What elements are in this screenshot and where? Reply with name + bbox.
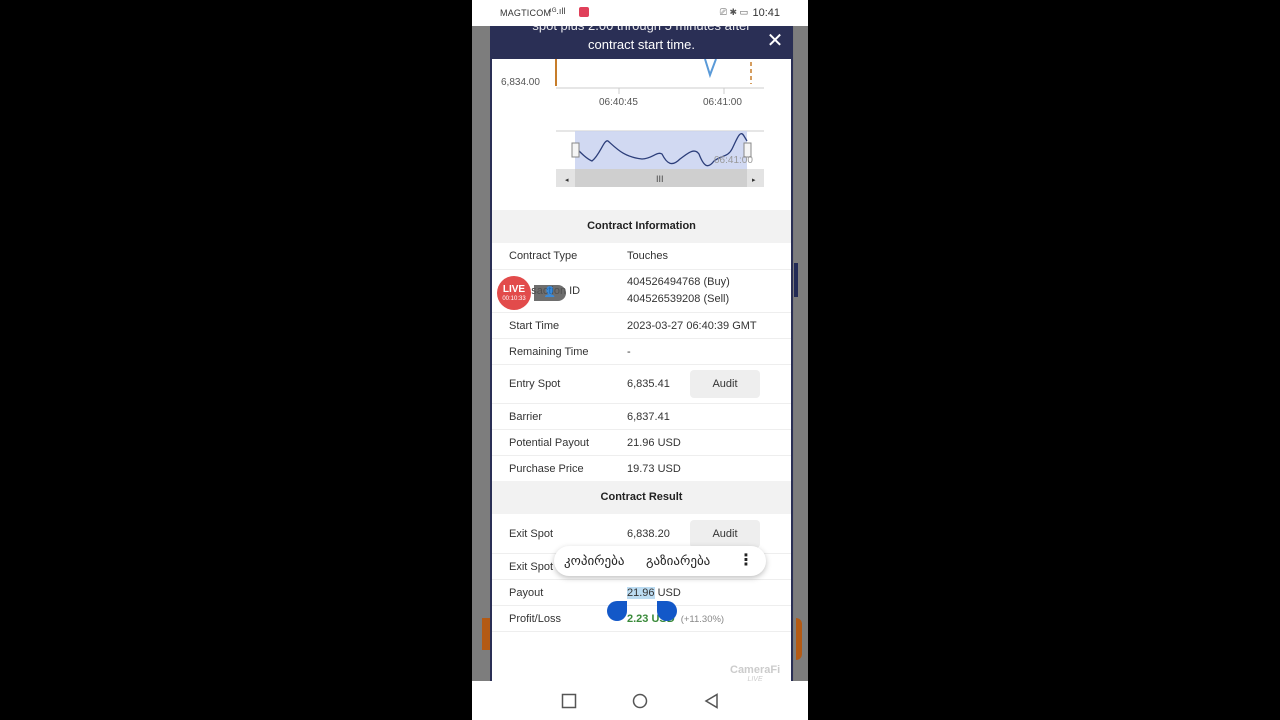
row-value: 21.96 USD: [627, 437, 681, 449]
scrollbar-thumb[interactable]: [794, 263, 798, 297]
live-timer: 00:10:33: [502, 296, 526, 302]
row-label: Barrier: [509, 411, 543, 423]
back-button[interactable]: [704, 693, 720, 709]
exit-spot-audit-button[interactable]: Audit: [690, 520, 760, 548]
background-button-left: [482, 618, 490, 650]
live-recording-badge[interactable]: LIVE 00:10:33: [497, 276, 531, 310]
live-label: LIVE: [502, 284, 526, 295]
row-label: Start Time: [509, 320, 560, 332]
share-menu-item[interactable]: გაზიარება: [646, 553, 710, 569]
background-page-right: [794, 26, 808, 681]
row-value: 21.96 USD: [627, 587, 681, 599]
y-axis-label: 6,834.00: [501, 77, 540, 88]
text-selection-context-menu: კოპირება გაზიარება ⋮: [554, 546, 766, 576]
navigator-time-label: 06:41:00: [714, 155, 753, 166]
row-value: 6,835.41: [627, 378, 670, 390]
recents-button[interactable]: [561, 693, 577, 709]
row-label: Purchase Price: [509, 463, 584, 475]
row-label: Contract Type: [509, 250, 578, 262]
entry-spot-row: Entry Spot 6,835.41 Audit: [492, 365, 791, 404]
row-label: Payout: [509, 587, 544, 599]
price-chart: ◂ ▸ III 6,834.00 06:40:45 06:41:00 06:41…: [492, 59, 791, 209]
remaining-time-row: Remaining Time -: [492, 339, 791, 365]
selection-handle-end[interactable]: [657, 601, 677, 621]
carrier-name: MAGTICOM: [500, 8, 552, 18]
modal-header: spot plus 2.00 through 5 minutes after c…: [492, 18, 791, 59]
row-label: Exit Spot: [509, 528, 554, 540]
row-label: Entry Spot: [509, 378, 561, 390]
start-time-row: Start Time 2023-03-27 06:40:39 GMT: [492, 313, 791, 339]
row-label: Remaining Time: [509, 346, 589, 358]
viewer-icon[interactable]: 👤: [534, 285, 566, 301]
row-value: 19.73 USD: [627, 463, 681, 475]
background-button-right: [796, 618, 802, 660]
scrollbar-grip-icon: III: [656, 174, 664, 184]
entry-spot-audit-button[interactable]: Audit: [690, 370, 760, 398]
row-label: Potential Payout: [509, 437, 590, 449]
background-page-left: [472, 26, 490, 681]
x-tick-label: 06:41:00: [703, 97, 742, 108]
purchase-price-row: Purchase Price 19.73 USD: [492, 456, 791, 481]
contract-type-row: Contract Type Touches: [492, 243, 791, 270]
selected-text[interactable]: 21.96: [627, 587, 655, 599]
transaction-id-sell: 404526539208 (Sell): [627, 293, 730, 305]
contract-details-modal: spot plus 2.00 through 5 minutes after c…: [490, 18, 793, 681]
row-value: Touches: [627, 250, 668, 262]
contract-information-title: Contract Information: [492, 210, 791, 243]
home-button[interactable]: [632, 693, 648, 709]
barrier-row: Barrier 6,837.41: [492, 404, 791, 430]
row-value: 2023-03-27 06:40:39 GMT: [627, 320, 757, 332]
cast-bluetooth-battery-icons: ⎚ ✱ ▭: [719, 7, 748, 17]
row-value: 6,837.41: [627, 411, 670, 423]
price-line: [704, 59, 717, 79]
modal-description-line1: spot plus 2.00 through 5 minutes after: [532, 18, 751, 33]
transaction-id-buy: 404526494768 (Buy): [627, 276, 730, 288]
row-label: Profit/Loss: [509, 613, 561, 625]
phone-screen: MAGTICOM ⁴ᴳ.ıll ⎚ ✱ ▭ 10:41 spot plus 2.…: [472, 0, 808, 720]
selection-handle-start[interactable]: [607, 601, 627, 621]
scroll-left-arrow-icon[interactable]: ◂: [565, 177, 569, 184]
screen-record-icon: [579, 7, 589, 17]
copy-menu-item[interactable]: კოპირება: [564, 553, 624, 569]
payout-row: Payout 21.96 USD: [492, 580, 791, 606]
close-icon[interactable]: ✕: [765, 31, 785, 51]
row-value: 6,838.20: [627, 528, 670, 540]
android-nav-bar: [472, 681, 808, 720]
potential-payout-row: Potential Payout 21.96 USD: [492, 430, 791, 456]
navigator-handle-left[interactable]: [571, 142, 580, 158]
profit-percent: (+11.30%): [680, 614, 725, 625]
more-options-icon[interactable]: ⋮: [738, 550, 754, 570]
signal-icon: ⁴ᴳ.ıll: [548, 6, 566, 16]
profit-loss-row: Profit/Loss 2.23 USD (+11.30%): [492, 606, 791, 632]
modal-description-line2: contract start time.: [588, 37, 695, 52]
scroll-right-arrow-icon[interactable]: ▸: [752, 177, 756, 184]
row-value: -: [627, 346, 631, 358]
contract-result-title: Contract Result: [492, 481, 791, 514]
x-tick-label: 06:40:45: [599, 97, 638, 108]
